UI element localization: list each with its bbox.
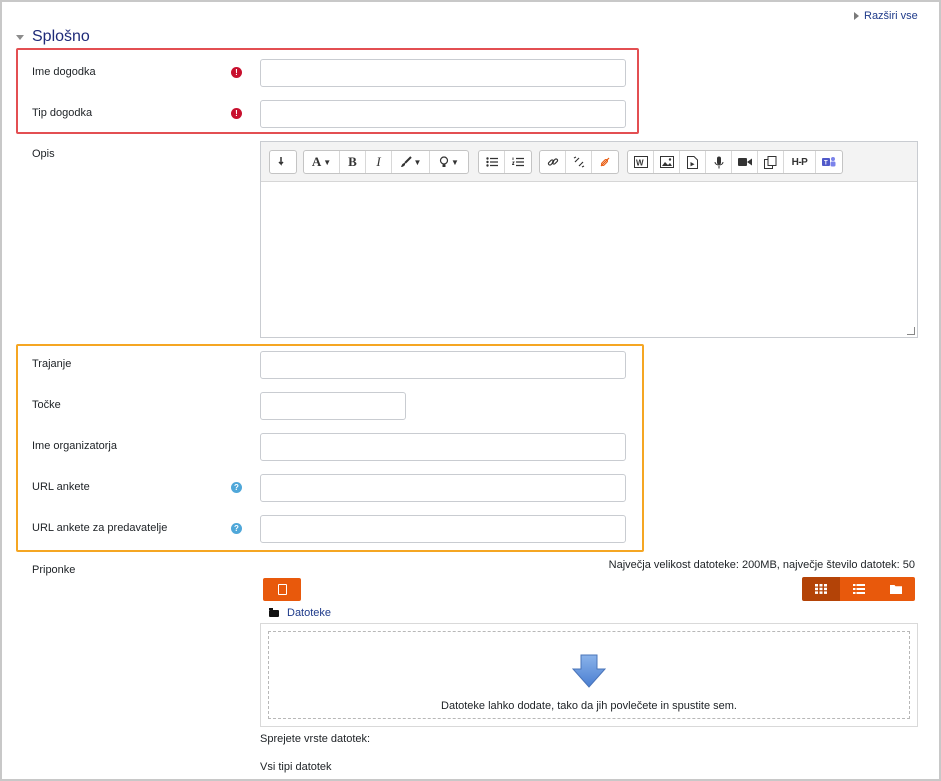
duration-label: Trajanje xyxy=(32,358,72,370)
list-icon xyxy=(852,584,865,594)
resize-handle-icon[interactable] xyxy=(907,327,915,335)
h5p-icon[interactable]: H-P xyxy=(784,151,816,173)
expand-all-label: Razširi vse xyxy=(864,10,918,22)
help-icon[interactable]: ? xyxy=(231,523,242,534)
section-title: Splošno xyxy=(32,28,90,45)
points-label: Točke xyxy=(32,399,61,411)
expand-all-link[interactable]: Razširi vse xyxy=(854,10,918,22)
image-icon[interactable] xyxy=(654,151,680,173)
manage-files-icon[interactable] xyxy=(758,151,784,173)
list-view-button[interactable] xyxy=(839,577,878,601)
speaker-survey-url-label: URL ankete za predavatelje xyxy=(32,522,168,534)
section-header[interactable]: Splošno xyxy=(16,28,90,46)
svg-text:T: T xyxy=(824,161,828,167)
event-type-label: Tip dogodka xyxy=(32,107,93,119)
description-editor: A ▼ B I ▼ ▼ W H-P T xyxy=(260,141,918,338)
caret-right-icon xyxy=(854,12,859,20)
folder-icon xyxy=(269,607,279,617)
organizer-label: Ime organizatorja xyxy=(32,440,117,452)
required-icon: ! xyxy=(231,67,242,78)
media-icon[interactable] xyxy=(680,151,706,173)
arrow-down-icon xyxy=(572,654,606,688)
points-input[interactable] xyxy=(260,392,406,420)
accepted-types-label: Sprejete vrste datotek: xyxy=(260,733,371,745)
tree-view-button[interactable] xyxy=(877,577,915,601)
survey-url-label: URL ankete xyxy=(32,481,90,493)
grid-view-button[interactable] xyxy=(802,577,840,601)
caret-down-icon xyxy=(16,34,24,40)
record-audio-icon[interactable] xyxy=(706,151,732,173)
event-name-input[interactable] xyxy=(260,59,626,87)
record-video-icon[interactable] xyxy=(732,151,758,173)
italic-icon[interactable]: I xyxy=(366,151,392,173)
help-icon[interactable]: ? xyxy=(231,482,242,493)
path-breadcrumb: Datoteke xyxy=(269,607,331,619)
bold-icon[interactable]: B xyxy=(340,151,366,173)
lightbulb-icon[interactable]: ▼ xyxy=(430,151,468,173)
file-limits-text: Največja velikost datoteke: 200MB, najve… xyxy=(608,559,915,571)
event-type-input[interactable] xyxy=(260,100,626,128)
numbered-list-icon[interactable] xyxy=(505,151,531,173)
teams-icon[interactable]: T xyxy=(816,151,842,173)
survey-url-input[interactable] xyxy=(260,474,626,502)
accepted-types-value: Vsi tipi datotek xyxy=(260,761,332,773)
svg-text:W: W xyxy=(636,159,644,168)
organizer-input[interactable] xyxy=(260,433,626,461)
word-import-icon[interactable]: W xyxy=(628,151,654,173)
dropzone-text: Datoteke lahko dodate, tako da jih povle… xyxy=(441,700,737,712)
grid-icon xyxy=(814,584,827,594)
editor-content-area[interactable] xyxy=(261,182,917,337)
duration-input[interactable] xyxy=(260,351,626,379)
add-file-button[interactable] xyxy=(263,578,301,601)
view-mode-group xyxy=(802,577,915,601)
speaker-survey-url-input[interactable] xyxy=(260,515,626,543)
brush-icon[interactable]: ▼ xyxy=(392,151,430,173)
collapse-icon[interactable] xyxy=(270,151,296,173)
font-icon[interactable]: A ▼ xyxy=(304,151,340,173)
no-autolink-icon[interactable] xyxy=(592,151,618,173)
required-icon: ! xyxy=(231,108,242,119)
attachments-label: Priponke xyxy=(32,564,76,576)
editor-toolbar: A ▼ B I ▼ ▼ W H-P T xyxy=(261,142,917,182)
file-dropzone[interactable]: Datoteke lahko dodate, tako da jih povle… xyxy=(260,623,918,727)
path-link[interactable]: Datoteke xyxy=(287,607,331,619)
description-label: Opis xyxy=(32,148,55,160)
link-icon[interactable] xyxy=(540,151,566,173)
bullet-list-icon[interactable] xyxy=(479,151,505,173)
unlink-icon[interactable] xyxy=(566,151,592,173)
folder-icon xyxy=(890,585,903,594)
event-name-label: Ime dogodka xyxy=(32,66,96,78)
file-icon xyxy=(277,584,287,595)
form-container: Razširi vse Splošno Ime dogodka ! Tip do… xyxy=(0,0,941,781)
